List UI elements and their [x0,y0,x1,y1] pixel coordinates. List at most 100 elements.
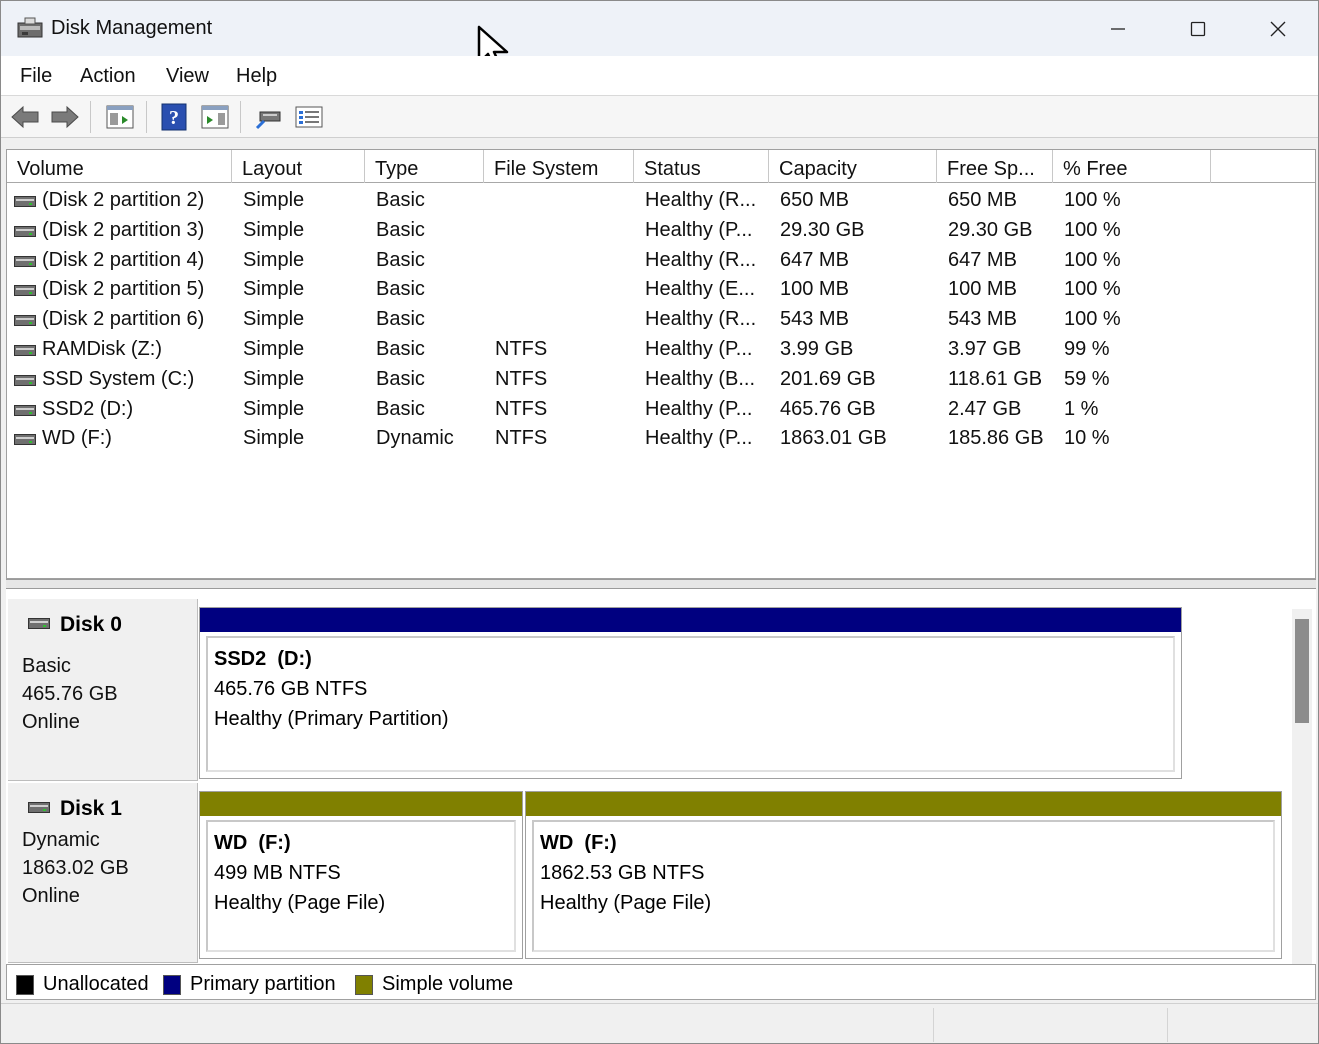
cell-layout: Simple [243,397,305,420]
cell-percent-free: 100 % [1064,218,1121,241]
partition-title: WD (F:) [214,832,291,854]
forward-button[interactable] [50,102,80,132]
volume-drive-icon [14,374,36,386]
cell-percent-free: 10 % [1064,427,1110,450]
disk-management-app-icon [17,17,43,38]
partition-details: SSD2 (D:) 465.76 GB NTFS Healthy (Primar… [206,636,1175,772]
disk-type: Basic [22,655,71,677]
cell-free-space: 3.97 GB [948,337,1022,360]
cell-capacity: 100 MB [780,278,849,301]
cell-file-system: NTFS [495,397,548,420]
cell-status: Healthy (P... [645,397,753,420]
menu-bar: File Action View Help [1,56,1318,96]
pane-splitter[interactable] [6,579,1316,589]
status-bar [1,1003,1318,1043]
disk-pane-scrollbar[interactable] [1292,609,1312,965]
status-bar-separator [933,1008,934,1042]
minimize-button[interactable] [1078,1,1158,56]
cell-type: Basic [376,367,425,390]
properties-button[interactable] [200,102,230,132]
cell-layout: Simple [243,218,305,241]
show-hide-console-tree-button[interactable] [105,102,135,132]
maximize-button[interactable] [1158,1,1238,56]
help-button[interactable]: ? [159,102,189,132]
partition-wd-f-1[interactable]: WD (F:) 499 MB NTFS Healthy (Page File) [199,791,523,959]
cell-free-space: 2.47 GB [948,397,1022,420]
legend-swatch-simple [355,974,373,995]
volume-drive-icon [14,285,36,297]
volume-drive-icon [14,344,36,356]
cell-layout: Simple [243,308,305,331]
cell-volume: (Disk 2 partition 6) [42,308,205,331]
volume-row[interactable]: (Disk 2 partition 2) Simple Basic Healthy (… [7,187,1315,217]
connect-button[interactable] [253,102,283,132]
disk-layout-pane: Disk 0 Basic 465.76 GB Online SSD2 (D:) … [6,589,1316,965]
back-arrow-icon [11,105,39,129]
cell-type: Basic [376,248,425,271]
disk-type: Dynamic [22,829,100,851]
cell-capacity: 201.69 GB [780,367,876,390]
column-header-status[interactable]: Status [634,150,769,183]
partition-details: WD (F:) 1862.53 GB NTFS Healthy (Page Fi… [532,820,1275,952]
volume-row[interactable]: (Disk 2 partition 4) Simple Basic Healthy (… [7,247,1315,277]
title-bar[interactable]: Disk Management [1,1,1318,70]
cell-volume: WD (F:) [42,427,112,450]
volume-row[interactable]: (Disk 2 partition 6) Simple Basic Healthy (… [7,306,1315,336]
cell-file-system: NTFS [495,427,548,450]
column-header-capacity[interactable]: Capacity [769,150,937,183]
partition-size-fs: 1862.53 GB NTFS [540,862,705,884]
column-header-free-space[interactable]: Free Sp... [937,150,1053,183]
cell-percent-free: 100 % [1064,248,1121,271]
svg-text:?: ? [169,107,179,129]
toolbar-separator [146,101,147,133]
partition-health: Healthy (Page File) [214,892,386,914]
volume-row[interactable]: (Disk 2 partition 3) Simple Basic Healthy (… [7,217,1315,247]
cell-capacity: 3.99 GB [780,337,854,360]
menu-action[interactable]: Action [80,65,136,88]
legend-primary-partition: Primary partition [163,973,336,996]
close-button[interactable] [1238,1,1318,56]
volume-row[interactable]: RAMDisk (Z:) Simple Basic NTFS Healthy (P...… [7,336,1315,366]
disk-name: Disk 0 [60,613,122,636]
cell-status: Healthy (P... [645,337,753,360]
column-header-layout[interactable]: Layout [232,150,365,183]
partition-size-fs: 465.76 GB NTFS [214,678,368,700]
back-button[interactable] [10,102,40,132]
menu-view[interactable]: View [166,65,209,88]
column-header-type[interactable]: Type [365,150,484,183]
disk-status: Online [22,885,80,907]
settings-list-button[interactable] [294,102,324,132]
toolbar-separator [240,101,241,133]
legend-label: Unallocated [43,973,149,995]
scrollbar-thumb[interactable] [1295,619,1309,723]
partition-wd-f-2[interactable]: WD (F:) 1862.53 GB NTFS Healthy (Page Fi… [525,791,1282,959]
volume-row[interactable]: (Disk 2 partition 5) Simple Basic Healthy (… [7,276,1315,306]
menu-file[interactable]: File [20,65,52,88]
cell-layout: Simple [243,337,305,360]
legend-swatch-primary [163,974,181,995]
cell-status: Healthy (E... [645,278,756,301]
volume-drive-icon [14,225,36,237]
column-header-file-system[interactable]: File System [484,150,634,183]
cell-type: Basic [376,337,425,360]
column-header-volume[interactable]: Volume [7,150,232,183]
cell-volume: RAMDisk (Z:) [42,337,162,360]
disk-size: 465.76 GB [22,683,118,705]
disk-1-label[interactable]: Disk 1 Dynamic 1863.02 GB Online [8,783,198,963]
partition-ssd2-d[interactable]: SSD2 (D:) 465.76 GB NTFS Healthy (Primar… [199,607,1182,779]
cell-layout: Simple [243,248,305,271]
cell-capacity: 543 MB [780,308,849,331]
volume-row[interactable]: SSD2 (D:) Simple Basic NTFS Healthy (P... 465… [7,396,1315,426]
menu-help[interactable]: Help [236,65,277,88]
legend-unallocated: Unallocated [16,973,149,996]
disk-0-label[interactable]: Disk 0 Basic 465.76 GB Online [8,599,198,781]
cell-percent-free: 1 % [1064,397,1099,420]
volume-row[interactable]: WD (F:) Simple Dynamic NTFS Healthy (P... 186… [7,425,1315,455]
cell-volume: (Disk 2 partition 2) [42,189,205,211]
simple-volume-bar [526,792,1281,816]
cell-free-space: 118.61 GB [948,367,1043,390]
legend-label: Primary partition [190,973,336,995]
column-header-percent-free[interactable]: % Free [1053,150,1211,183]
cell-free-space: 543 MB [948,308,1017,331]
volume-row[interactable]: SSD System (C:) Simple Basic NTFS Healthy (B… [7,366,1315,396]
